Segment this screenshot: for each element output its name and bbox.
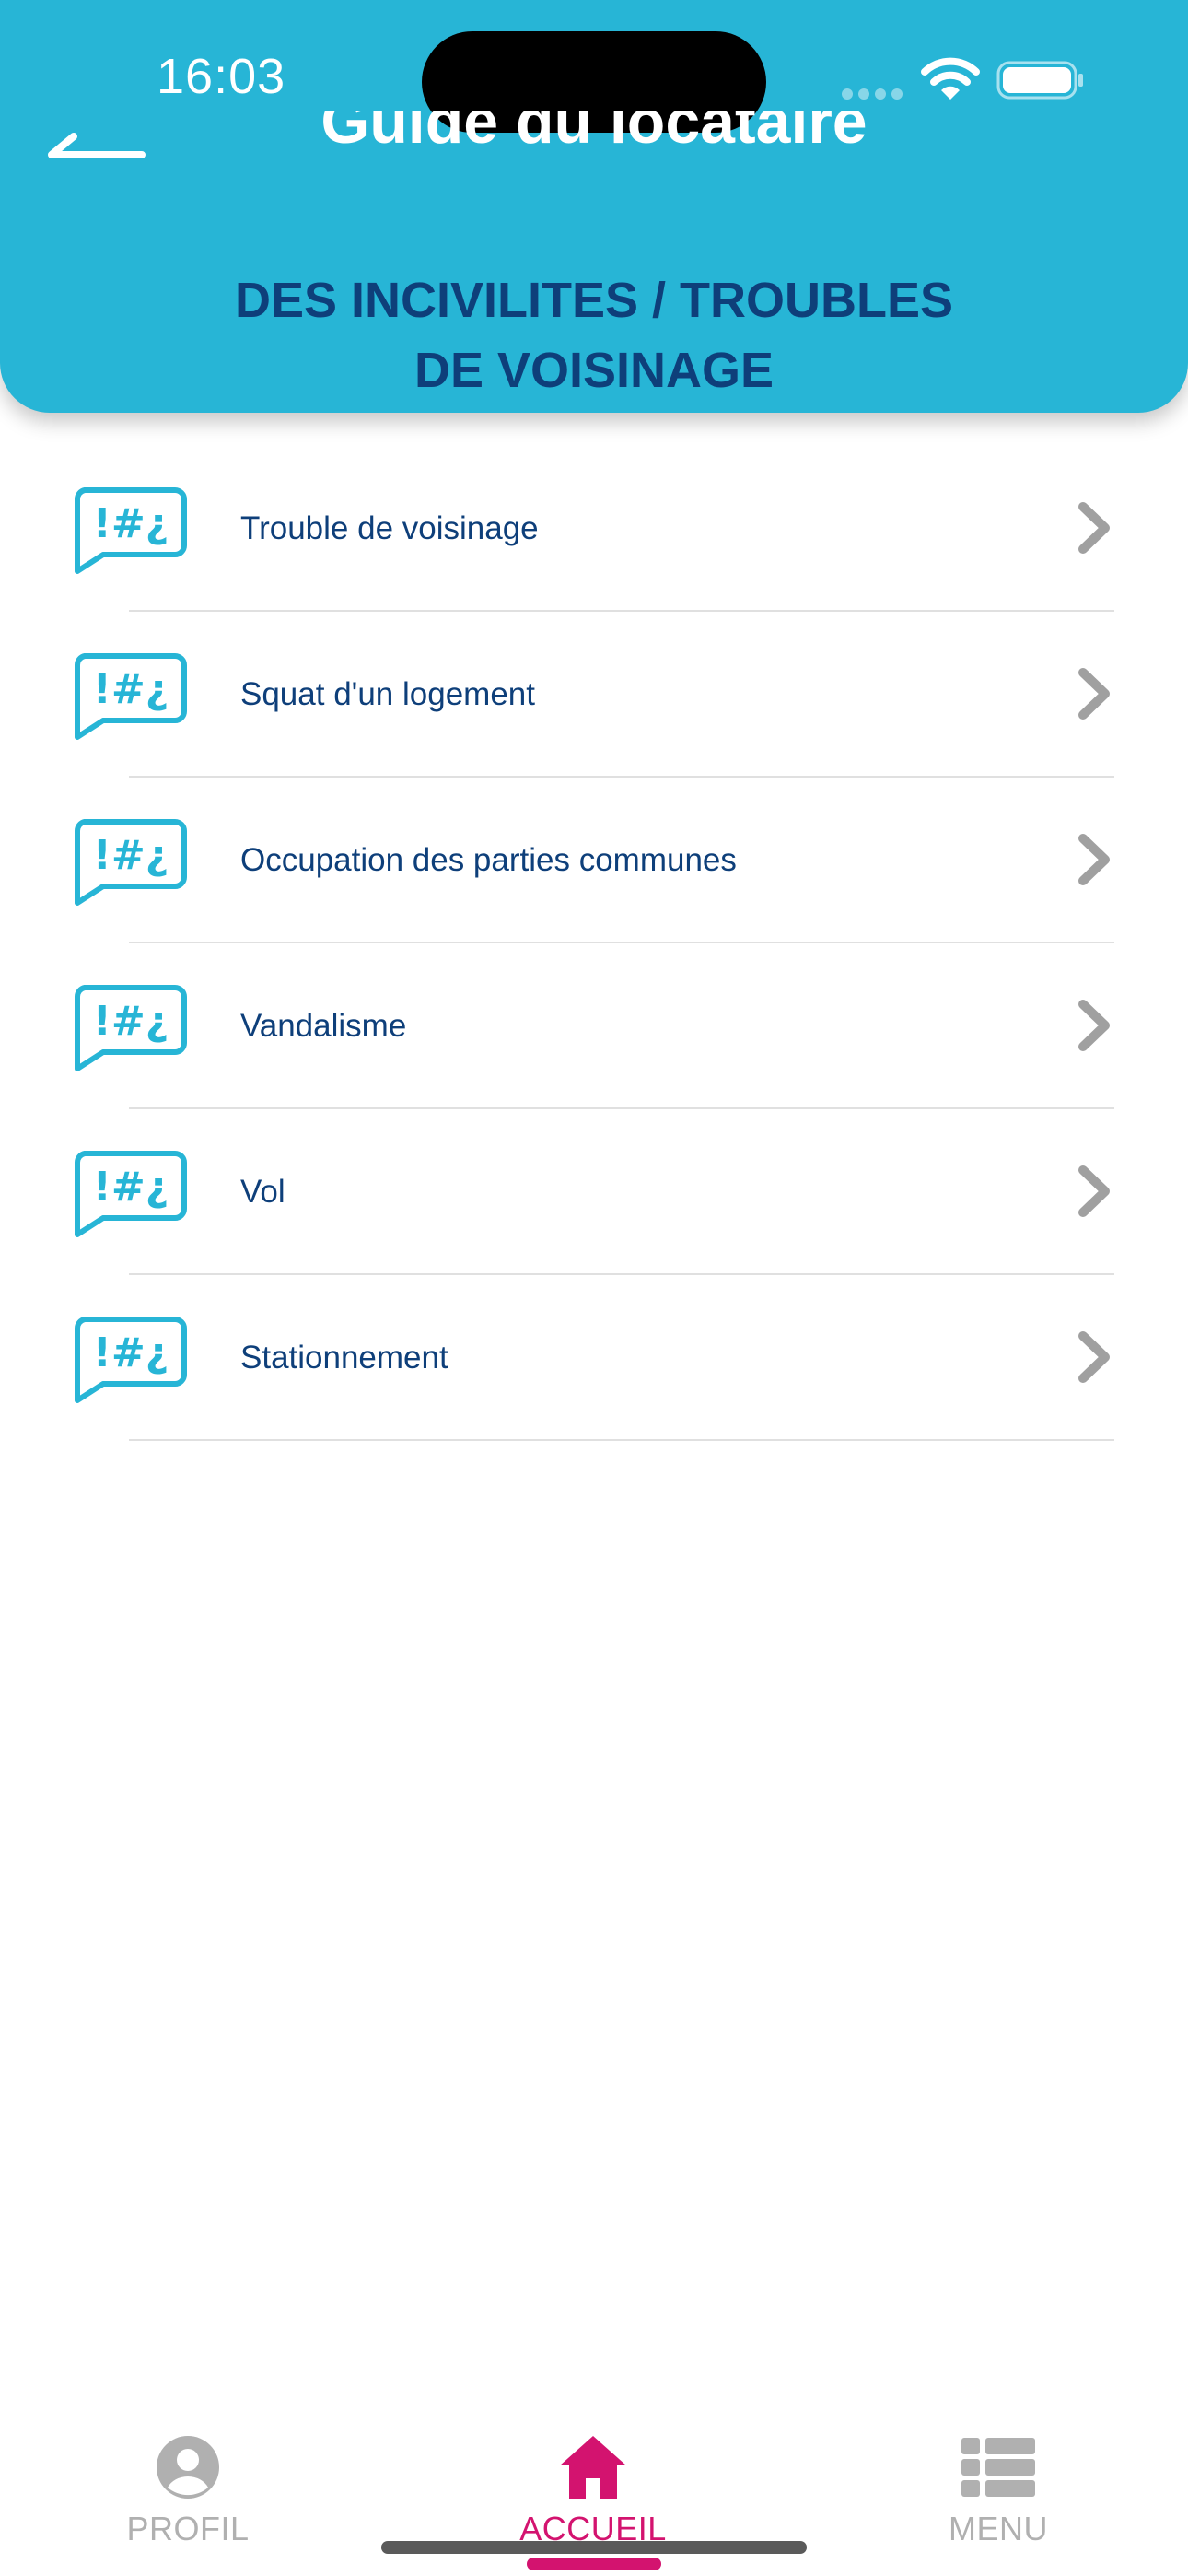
active-tab-underline (527, 2558, 661, 2570)
tab-accueil[interactable]: ACCUEIL (473, 2432, 713, 2552)
screen: 16:03 Guide du locataire DES INCIVILITES… (0, 0, 1188, 2576)
list-menu-icon (961, 2438, 1035, 2497)
list-item-label: Trouble de voisinage (240, 510, 539, 546)
tab-menu-label: MENU (949, 2510, 1048, 2547)
chevron-right-icon (1078, 1165, 1110, 1217)
list-item-label: Vandalisme (240, 1008, 407, 1044)
svg-text:!#¿: !#¿ (93, 1329, 169, 1376)
list-item-label: Stationnement (240, 1340, 448, 1376)
svg-text:!#¿: !#¿ (93, 1164, 169, 1211)
section-title-line1: DES INCIVILITES / TROUBLES (234, 273, 954, 328)
tab-profil[interactable]: PROFIL (68, 2432, 308, 2552)
speech-bubble-symbols-icon: !#¿ (75, 819, 187, 906)
list-item-vandalisme[interactable]: !#¿ Vandalisme (0, 943, 1188, 1109)
chevron-right-icon (1078, 1331, 1110, 1383)
divider (129, 1439, 1114, 1441)
list-item-occupation-parties-communes[interactable]: !#¿ Occupation des parties communes (0, 778, 1188, 943)
svg-text:!#¿: !#¿ (93, 998, 169, 1045)
speech-bubble-symbols-icon: !#¿ (75, 653, 187, 740)
chevron-right-icon (1078, 502, 1110, 554)
chevron-right-icon (1078, 1000, 1110, 1051)
svg-text:!#¿: !#¿ (93, 500, 169, 547)
section-title-line2: DE VOISINAGE (413, 343, 775, 398)
home-indicator (381, 2541, 807, 2554)
list-item-label: Occupation des parties communes (240, 842, 737, 878)
tab-profil-label: PROFIL (126, 2510, 250, 2547)
wifi-icon (921, 57, 980, 100)
battery-icon (996, 61, 1083, 100)
home-icon (560, 2436, 626, 2499)
speech-bubble-symbols-icon: !#¿ (75, 487, 187, 574)
header: 16:03 Guide du locataire DES INCIVILITES… (0, 0, 1188, 413)
list-item-stationnement[interactable]: !#¿ Stationnement (0, 1275, 1188, 1441)
list-item-label: Vol (240, 1174, 285, 1210)
list-item-trouble-de-voisinage[interactable]: !#¿ Trouble de voisinage (0, 446, 1188, 612)
speech-bubble-symbols-icon: !#¿ (75, 985, 187, 1071)
speech-bubble-symbols-icon: !#¿ (75, 1151, 187, 1237)
section-title: DES INCIVILITES / TROUBLES DE VOISINAGE (147, 265, 1041, 405)
incivility-list: !#¿ Trouble de voisinage !#¿ Squat d'un … (0, 446, 1188, 1441)
tab-menu[interactable]: MENU (879, 2432, 1118, 2552)
cellular-signal-icon (842, 88, 904, 100)
app-title: Guide du locataire (320, 111, 868, 157)
svg-text:!#¿: !#¿ (93, 666, 169, 713)
svg-text:!#¿: !#¿ (93, 832, 169, 879)
list-item-vol[interactable]: !#¿ Vol (0, 1109, 1188, 1275)
list-item-label: Squat d'un logement (240, 676, 535, 712)
chevron-right-icon (1078, 668, 1110, 720)
speech-bubble-symbols-icon: !#¿ (75, 1317, 187, 1403)
user-circle-icon (157, 2436, 219, 2499)
status-time: 16:03 (157, 49, 286, 104)
list-item-squat[interactable]: !#¿ Squat d'un logement (0, 612, 1188, 778)
chevron-right-icon (1078, 834, 1110, 885)
